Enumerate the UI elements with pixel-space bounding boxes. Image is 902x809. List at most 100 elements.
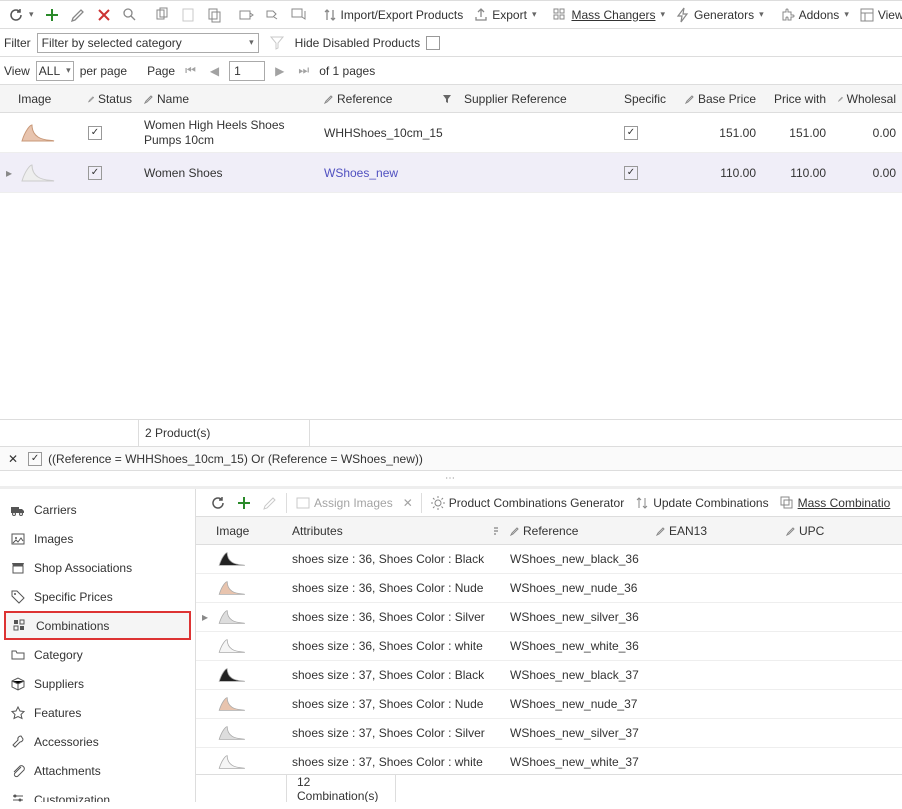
table-row[interactable]: shoes size : 36, Shoes Color : white WSh…	[196, 632, 902, 661]
sidebar-item-attachments[interactable]: Attachments	[4, 756, 191, 785]
hide-disabled-checkbox[interactable]	[426, 36, 440, 50]
status-checkbox[interactable]	[88, 126, 102, 140]
table-row[interactable]: shoes size : 36, Shoes Color : Black WSh…	[196, 545, 902, 574]
paste-button[interactable]	[176, 3, 200, 27]
col2-ref[interactable]: Reference	[523, 524, 578, 538]
sort-icon	[492, 526, 498, 536]
col-reference[interactable]: Reference	[337, 92, 392, 106]
wholesale: 0.00	[873, 126, 896, 140]
edit-combo-button[interactable]	[258, 491, 282, 515]
next-page-button[interactable]: ▶	[271, 59, 288, 83]
col2-image[interactable]: Image	[216, 524, 249, 538]
table-row[interactable]: shoes size : 37, Shoes Color : Nude WSho…	[196, 690, 902, 719]
col-specific[interactable]: Specific	[624, 92, 666, 106]
product-ref[interactable]: WShoes_new	[324, 166, 398, 180]
clear-button[interactable]: ✕	[399, 491, 417, 515]
pencil-icon	[144, 94, 154, 104]
bolt-icon	[675, 7, 691, 23]
sidebar-item-category[interactable]: Category	[4, 640, 191, 669]
col-image[interactable]: Image	[18, 92, 51, 106]
table-row[interactable]: shoes size : 37, Shoes Color : Silver WS…	[196, 719, 902, 748]
specific-checkbox[interactable]	[624, 126, 638, 140]
truck-icon	[10, 502, 26, 518]
last-page-button[interactable]: ⏭	[294, 59, 313, 83]
table-row[interactable]: shoes size : 36, Shoes Color : Nude WSho…	[196, 574, 902, 603]
filter-label: Filter	[4, 36, 31, 50]
delete-button[interactable]	[92, 3, 116, 27]
col2-upc[interactable]: UPC	[799, 524, 824, 538]
status-checkbox[interactable]	[88, 166, 102, 180]
combo-attr: shoes size : 36, Shoes Color : Silver	[292, 610, 485, 624]
plus-icon	[44, 7, 60, 23]
sidebar-item-images[interactable]: Images	[4, 524, 191, 553]
clipboard-button[interactable]	[202, 3, 226, 27]
combo-thumb	[216, 752, 248, 772]
sidebar-item-suppliers[interactable]: Suppliers	[4, 669, 191, 698]
col-base[interactable]: Base Price	[698, 92, 756, 106]
generators-button[interactable]: Generators▾	[671, 3, 768, 27]
tb-btn-1[interactable]	[234, 3, 258, 27]
table-row[interactable]: ▸ shoes size : 36, Shoes Color : Silver …	[196, 603, 902, 632]
import-export-button[interactable]: Import/Export Products	[318, 3, 468, 27]
sidebar-item-combinations[interactable]: Combinations	[4, 611, 191, 640]
combo-attr: shoes size : 37, Shoes Color : Nude	[292, 697, 483, 711]
sidebar-item-accessories[interactable]: Accessories	[4, 727, 191, 756]
col-name[interactable]: Name	[157, 92, 189, 106]
view-button[interactable]: View	[855, 3, 902, 27]
copy-button[interactable]	[150, 3, 174, 27]
specific-checkbox[interactable]	[624, 166, 638, 180]
tb-btn-3[interactable]	[286, 3, 310, 27]
search-button[interactable]	[118, 3, 142, 27]
add-button[interactable]	[40, 3, 64, 27]
mass-changers-button[interactable]: Mass Changers▾	[548, 3, 669, 27]
tb-btn-2[interactable]	[260, 3, 284, 27]
refresh-button[interactable]: ▾	[4, 3, 38, 27]
splitter-handle[interactable]: ⋯	[0, 471, 902, 486]
first-page-button[interactable]: ⏮	[181, 59, 200, 83]
combo-attr: shoes size : 36, Shoes Color : Nude	[292, 581, 483, 595]
col2-ean[interactable]: EAN13	[669, 524, 707, 538]
assign-images-button[interactable]: Assign Images	[291, 491, 397, 515]
sidebar-item-customization[interactable]: Customization	[4, 785, 191, 802]
export-button[interactable]: Export▾	[469, 3, 540, 27]
table-row[interactable]: shoes size : 37, Shoes Color : Black WSh…	[196, 661, 902, 690]
pcg-button[interactable]: Product Combinations Generator	[426, 491, 628, 515]
sidebar-item-shop[interactable]: Shop Associations	[4, 553, 191, 582]
image-icon	[295, 495, 311, 511]
filter-category-combo[interactable]: Filter by selected category▾	[37, 33, 259, 53]
refresh-combos-button[interactable]	[206, 491, 230, 515]
col-status[interactable]: Status	[98, 92, 132, 106]
action-icon	[238, 7, 254, 23]
combo-attr: shoes size : 37, Shoes Color : Silver	[292, 726, 485, 740]
combo-attr: shoes size : 36, Shoes Color : white	[292, 639, 483, 653]
sidebar-item-specific[interactable]: Specific Prices	[4, 582, 191, 611]
col-supplier[interactable]: Supplier Reference	[464, 92, 567, 106]
filter-enabled-checkbox[interactable]	[28, 452, 42, 466]
col-wholesale[interactable]: Wholesal	[847, 92, 896, 106]
table-row[interactable]: Women High Heels Shoes Pumps 10cm WHHSho…	[0, 113, 902, 153]
add-combo-button[interactable]	[232, 491, 256, 515]
base-price: 110.00	[720, 166, 756, 180]
pencil-icon	[324, 94, 334, 104]
close-filter-button[interactable]: ✕	[4, 447, 22, 471]
col-price[interactable]: Price with	[774, 92, 826, 106]
edit-button[interactable]	[66, 3, 90, 27]
page-input[interactable]	[229, 61, 265, 81]
col2-attr[interactable]: Attributes	[292, 524, 343, 538]
sidebar-item-features[interactable]: Features	[4, 698, 191, 727]
addons-label: Addons	[799, 8, 840, 22]
table-row[interactable]: ▸ Women Shoes WShoes_new 110.00 110.00 0…	[0, 153, 902, 193]
prev-page-button[interactable]: ◀	[206, 59, 223, 83]
clear-filter-button[interactable]	[265, 31, 289, 55]
update-combos-button[interactable]: Update Combinations	[630, 491, 772, 515]
product-name: Women High Heels Shoes Pumps 10cm	[144, 118, 312, 147]
filter-row: Filter Filter by selected category▾ Hide…	[0, 29, 902, 57]
export-icon	[473, 7, 489, 23]
table-row[interactable]: shoes size : 37, Shoes Color : white WSh…	[196, 748, 902, 774]
addons-button[interactable]: Addons▾	[776, 3, 853, 27]
sidebar-item-carriers[interactable]: Carriers	[4, 495, 191, 524]
mass-combos-button[interactable]: Mass Combinatio	[775, 491, 895, 515]
action-icon	[264, 7, 280, 23]
combinations-panel: Assign Images ✕ Product Combinations Gen…	[196, 489, 902, 802]
page-size-select[interactable]: ALL▾	[36, 61, 74, 81]
